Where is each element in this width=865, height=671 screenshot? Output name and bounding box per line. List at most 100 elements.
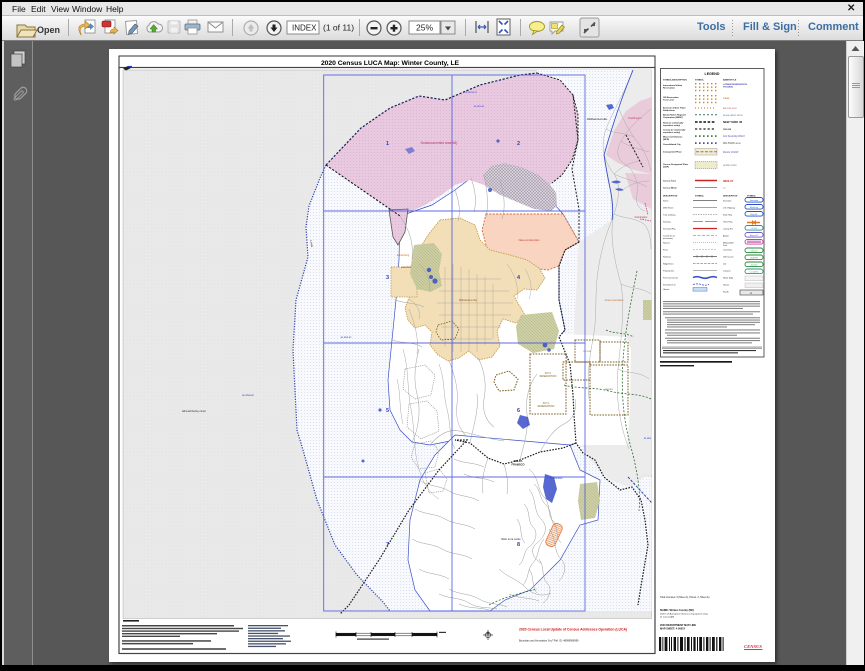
- svg-text:BELLA: BELLA: [514, 459, 523, 463]
- svg-text:4WD Street: 4WD Street: [663, 207, 674, 210]
- svg-text:(CDP): (CDP): [663, 166, 669, 168]
- svg-text:CR 144: CR 144: [751, 228, 759, 230]
- svg-text:AirportXY: AirportXY: [750, 234, 759, 237]
- svg-text:21 January(M): 21 January(M): [660, 616, 674, 619]
- svg-text:INDEX: INDEX: [292, 24, 317, 33]
- svg-text:Property line: Property line: [663, 270, 675, 273]
- svg-text:Corporation (ANRC): Corporation (ANRC): [663, 116, 683, 119]
- svg-text:(1 of 11): (1 of 11): [323, 23, 354, 33]
- svg-text:ac ara ac: ac ara ac: [474, 105, 485, 108]
- svg-text:alfiunachberlay canal: alfiunachberlay canal: [182, 410, 206, 413]
- svg-text:LEGEND: LEGEND: [705, 72, 720, 76]
- svg-text:SYMBOL: SYMBOL: [695, 196, 705, 198]
- svg-text:Jail x40: Jail x40: [751, 264, 759, 266]
- svg-text:DESCRIPTION: DESCRIPTION: [723, 196, 738, 198]
- svg-text:Reservation: Reservation: [663, 86, 676, 89]
- svg-text:Lim Township 90410: Lim Township 90410: [722, 135, 745, 138]
- svg-text:CENSUS: CENSUS: [744, 644, 762, 649]
- svg-text:Ferry: Ferry: [663, 250, 668, 252]
- svg-text:Open: Open: [37, 25, 60, 35]
- svg-text:5: 5: [386, 408, 389, 414]
- svg-text:MILTON 3120: MILTON 3120: [723, 108, 737, 110]
- svg-text:Winterset city: Winterset city: [459, 298, 478, 302]
- svg-text:Nondocumented area(WI): Nondocumented area(WI): [421, 141, 458, 145]
- svg-text:2020 Census Local Update of Ce: 2020 Census Local Update of Census Addre…: [519, 628, 627, 632]
- svg-text:Cmtry 9: Cmtry 9: [751, 249, 759, 252]
- svg-text:Neve construction: Neve construction: [519, 238, 540, 242]
- svg-text:DESCRIPTION: DESCRIPTION: [663, 196, 678, 198]
- svg-text:SYMBOL/DESCRIPTION: SYMBOL/DESCRIPTION: [663, 80, 687, 82]
- svg-text:6: 6: [517, 408, 520, 414]
- svg-text:achterberg: achterberg: [397, 253, 410, 257]
- svg-text:State Hwy: State Hwy: [723, 214, 732, 217]
- svg-text:Koste reservation: Koste reservation: [605, 299, 624, 302]
- svg-text:Interstate: Interstate: [750, 199, 759, 202]
- svg-text:Railroad: Railroad: [663, 257, 670, 259]
- svg-text:A: A: [750, 291, 752, 295]
- svg-text:Davis 16160: Davis 16160: [722, 150, 739, 154]
- svg-text:T3600: T3600: [723, 98, 730, 100]
- svg-text:Glacier: Glacier: [723, 285, 730, 287]
- svg-text:2020 Census LUCA Map: Winter: 2020 Census LUCA Map: Winter County, LE: [321, 60, 460, 67]
- svg-text:Boundary and Annotation Svc?: Boundary and Annotation Svc? Ref. ID: 48…: [519, 640, 579, 643]
- svg-text:easterlies: easterlies: [401, 266, 412, 269]
- svg-text:2: 2: [517, 141, 520, 147]
- svg-text:Airport: Airport: [723, 235, 729, 238]
- svg-text:FRAMSCO: FRAMSCO: [511, 463, 524, 467]
- svg-text:25%: 25%: [416, 23, 433, 33]
- svg-text:Incorporated Place: Incorporated Place: [663, 151, 683, 154]
- svg-text:NAME: Winter County (WI): NAME: Winter County (WI): [660, 608, 694, 612]
- svg-text:3: 3: [386, 275, 389, 281]
- svg-text:Stairway: Stairway: [663, 221, 671, 224]
- svg-text:RESERVATION: RESERVATION: [540, 375, 557, 378]
- svg-text:Special: Special: [663, 243, 670, 245]
- svg-text:Golf Course: Golf Course: [723, 257, 735, 259]
- svg-text:ABBR/STYLE: ABBR/STYLE: [723, 79, 737, 82]
- svg-text:County Rd: County Rd: [723, 228, 732, 231]
- svg-text:RESERVATION: RESERVATION: [538, 405, 555, 408]
- svg-text:Street: Street: [663, 200, 669, 203]
- svg-text:equivalent entity): equivalent entity): [663, 131, 680, 134]
- svg-text:Other Hwy: Other Hwy: [723, 221, 732, 224]
- svg-text:Belle terra castle: Belle terra castle: [501, 537, 521, 541]
- svg-text:Paddington: Paddington: [628, 116, 642, 120]
- svg-text:No. At: No. At: [723, 291, 729, 294]
- svg-text:2020 LUCA program reference ma: 2020 LUCA program reference map (parent …: [660, 613, 708, 616]
- svg-text:Water body: Water body: [723, 277, 733, 280]
- svg-text:Camp950: Camp950: [750, 271, 760, 273]
- svg-text:Trust Land: Trust Land: [663, 98, 674, 101]
- svg-text:as abal ac: as abal ac: [242, 393, 255, 397]
- svg-text:Census Block: Census Block: [663, 188, 678, 190]
- svg-text:ARDEN: ARDEN: [605, 388, 613, 391]
- svg-text:Interstate: Interstate: [723, 200, 732, 203]
- svg-text:saddle center: saddle center: [723, 164, 737, 167]
- svg-text:LOREM RESERVATION: LOREM RESERVATION: [723, 83, 747, 86]
- svg-text:Ridge/fence: Ridge/fence: [663, 264, 675, 266]
- svg-text:Park: Park: [723, 245, 727, 247]
- svg-text:Blvd Fwy: Blvd Fwy: [750, 207, 758, 209]
- svg-text:MILFORD acres: MILFORD acres: [723, 142, 741, 145]
- svg-text:Census Tract: Census Tract: [663, 180, 676, 183]
- svg-text:Golf 999: Golf 999: [750, 257, 758, 259]
- svg-text:SYMBOL: SYMBOL: [695, 80, 705, 82]
- svg-text:Walthamtownville: Walthamtownville: [587, 117, 608, 121]
- svg-text:0823-07: 0823-07: [723, 179, 734, 183]
- svg-text:(chaussee): (chaussee): [663, 238, 673, 240]
- svg-text:Glacier: Glacier: [663, 289, 670, 291]
- svg-text:7: 7: [386, 542, 389, 548]
- svg-text:MAP SHEET: 4-0000Y: MAP SHEET: 4-0000Y: [660, 628, 686, 631]
- svg-text:(MCD): (MCD): [663, 139, 669, 141]
- svg-text:8: 8: [517, 542, 520, 548]
- svg-text:equivalent entity): equivalent entity): [663, 124, 680, 127]
- svg-text:Total Counties: 6 [Sheet 1], P: Total Counties: 6 [Sheet 1], Parcel: 2, …: [660, 596, 710, 599]
- svg-text:ROSE GRNT 43700: ROSE GRNT 43700: [723, 115, 743, 117]
- svg-text:Framington: Framington: [635, 216, 648, 219]
- svg-text:Trail, walkway: Trail, walkway: [663, 215, 675, 217]
- svg-text:as aba ac: as aba ac: [341, 336, 353, 339]
- svg-text:NEW YORK 36: NEW YORK 36: [723, 120, 743, 124]
- svg-text:CLOVIS: CLOVIS: [583, 351, 592, 353]
- svg-text:Interstate/Fwy: Interstate/Fwy: [663, 228, 676, 231]
- svg-text:1: 1: [386, 141, 389, 147]
- svg-text:Campus: Campus: [723, 271, 730, 273]
- svg-text:Perennial stream: Perennial stream: [663, 277, 678, 280]
